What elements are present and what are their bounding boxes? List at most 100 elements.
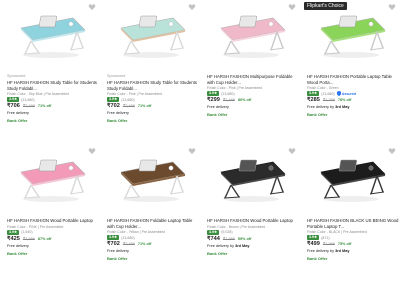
price-row: ₹744 ₹1,999 59% off [207, 236, 251, 242]
bank-offer-link[interactable]: Bank Offer [307, 256, 327, 261]
bank-offer-link[interactable]: Bank Offer [7, 118, 27, 123]
rating-count: (13,680) [321, 91, 335, 96]
product-image[interactable] [204, 146, 298, 206]
rating-count: (13,680) [121, 235, 135, 240]
product-finish: Finish Color - Green [307, 86, 339, 91]
price-row: ₹499 ₹1,999 75% off [307, 241, 351, 247]
rating-badge: 3.9★ [107, 235, 120, 241]
product-finish: Finish Color - BLACK | Pre Assembled [307, 230, 367, 235]
rating-badge: 3.9★ [207, 91, 220, 97]
rating-row: 3.9★ (13,680) [7, 97, 35, 103]
original-price: ₹1,499 [222, 98, 235, 103]
product-title[interactable]: HF HARSH FASHION Wood Portable Laptop Ta… [207, 218, 299, 224]
product-title[interactable]: HF HARSH FASHION BLACK US BEING Wood Por… [307, 218, 399, 229]
original-price: ₹1,999 [22, 236, 35, 241]
delivery-info: Free delivery by 3rd May [207, 243, 250, 248]
selling-price: ₹702 [107, 241, 120, 248]
price-row: ₹706 ₹2,499 71% off [7, 103, 51, 109]
wishlist-heart-icon[interactable] [88, 3, 96, 11]
product-image[interactable] [204, 2, 298, 62]
price-row: ₹299 ₹1,499 80% off [207, 97, 251, 103]
original-price: ₹2,499 [122, 242, 135, 247]
product-card[interactable]: Sponsored HF HARSH FASHION Study Table f… [2, 0, 102, 144]
delivery-info: Free delivery by 3rd May [307, 249, 350, 254]
wishlist-heart-icon[interactable] [188, 3, 196, 11]
product-title[interactable]: HF HARSH FASHION Wood Portable Laptop Ta… [7, 218, 99, 224]
bank-offer-link[interactable]: Bank Offer [207, 112, 227, 117]
discount-label: 78% off [337, 98, 352, 103]
product-card[interactable]: Sponsored HF HARSH FASHION Study Table f… [102, 0, 202, 144]
wishlist-heart-icon[interactable] [288, 3, 296, 11]
price-row: ₹702 ₹2,499 71% off [107, 103, 151, 109]
rating-badge: 3.9★ [7, 229, 20, 235]
selling-price: ₹702 [107, 103, 120, 110]
product-image[interactable] [4, 2, 98, 62]
bank-offer-link[interactable]: Bank Offer [107, 118, 127, 123]
bank-offer-link[interactable]: Bank Offer [207, 251, 227, 256]
rating-row: 3.9★ (13,680) [107, 97, 135, 103]
discount-label: 71% off [137, 242, 152, 247]
original-price: ₹2,499 [122, 104, 135, 109]
rating-badge: 3.9★ [7, 97, 20, 103]
product-image[interactable] [304, 146, 398, 206]
delivery-date: 3rd May [335, 105, 350, 110]
rating-badge: 3.9★ [307, 235, 320, 241]
selling-price: ₹285 [307, 97, 320, 104]
product-image[interactable] [4, 146, 98, 206]
wishlist-heart-icon[interactable] [388, 3, 396, 11]
selling-price: ₹299 [207, 97, 220, 104]
bank-offer-link[interactable]: Bank Offer [307, 112, 327, 117]
wishlist-heart-icon[interactable] [188, 147, 196, 155]
product-finish: Finish Color - PINK | Pre Assembled [7, 224, 64, 229]
product-image[interactable] [104, 146, 198, 206]
delivery-info: Free delivery by 3rd May [307, 105, 350, 110]
product-grid: Sponsored HF HARSH FASHION Study Table f… [0, 0, 400, 288]
product-title[interactable]: HF HARSH FASHION Portable Laptop Table W… [307, 74, 399, 85]
product-card[interactable]: HF HARSH FASHION Foldable Laptop Table w… [102, 144, 202, 288]
sponsored-label: Sponsored [7, 74, 26, 78]
product-title[interactable]: HF HARSH FASHION Study Table for Student… [107, 80, 199, 91]
wishlist-heart-icon[interactable] [388, 147, 396, 155]
product-card[interactable]: HF HARSH FASHION Wood Portable Laptop Ta… [202, 144, 302, 288]
discount-label: 75% off [337, 242, 352, 247]
rating-badge: 3.9★ [107, 97, 120, 103]
assured-shield-icon [336, 91, 341, 97]
original-price: ₹1,999 [322, 242, 335, 247]
product-finish: Finish Color - Pink | Pre Assembled [207, 86, 262, 91]
original-price: ₹1,299 [322, 98, 335, 103]
product-image[interactable] [104, 2, 198, 62]
bank-offer-link[interactable]: Bank Offer [7, 251, 27, 256]
delivery-info: Free delivery [7, 111, 29, 116]
price-row: ₹285 ₹1,299 78% off [307, 97, 351, 103]
delivery-info: Free delivery [107, 111, 129, 116]
product-card[interactable]: HF HARSH FASHION BLACK US BEING Wood Por… [302, 144, 400, 288]
product-card[interactable]: Flipkart's Choice HF HARSH FASHION Porta… [302, 0, 400, 144]
selling-price: ₹499 [307, 241, 320, 248]
price-row: ₹702 ₹2,499 71% off [107, 241, 151, 247]
product-finish: Finish Color - Sky Blue | Pre Assembled [7, 92, 69, 97]
bank-offer-link[interactable]: Bank Offer [107, 256, 127, 261]
original-price: ₹2,499 [22, 104, 35, 109]
product-title[interactable]: HF HARSH FASHION Foldable Laptop Table w… [107, 218, 199, 229]
delivery-info: Free delivery [107, 249, 129, 254]
product-finish: Finish Color - Brown | Pre Assembled [207, 224, 266, 229]
delivery-date: 3rd May [235, 243, 250, 248]
rating-row: 3.9★ (13,680) Assured [307, 91, 356, 97]
product-title[interactable]: HF HARSH FASHION Study Table for Student… [7, 80, 99, 91]
discount-label: 71% off [37, 104, 52, 109]
rating-count: (871) [321, 235, 330, 240]
wishlist-heart-icon[interactable] [288, 147, 296, 155]
product-image[interactable] [304, 2, 398, 62]
wishlist-heart-icon[interactable] [88, 147, 96, 155]
rating-count: (13,680) [221, 91, 235, 96]
rating-row: 3.9★ (13,680) [207, 91, 235, 97]
product-title[interactable]: HF HARSH FASHION Multipurpose Foldable w… [207, 74, 299, 85]
product-finish: Finish Color - Yellow | Pre Assembled [107, 230, 166, 235]
rating-row: 3.9★ (13,680) [107, 235, 135, 241]
discount-label: 71% off [137, 104, 152, 109]
delivery-date: 3rd May [335, 249, 350, 254]
product-card[interactable]: HF HARSH FASHION Wood Portable Laptop Ta… [2, 144, 102, 288]
rating-count: (1,640) [21, 230, 33, 235]
discount-label: 87% off [37, 236, 52, 241]
product-card[interactable]: HF HARSH FASHION Multipurpose Foldable w… [202, 0, 302, 144]
